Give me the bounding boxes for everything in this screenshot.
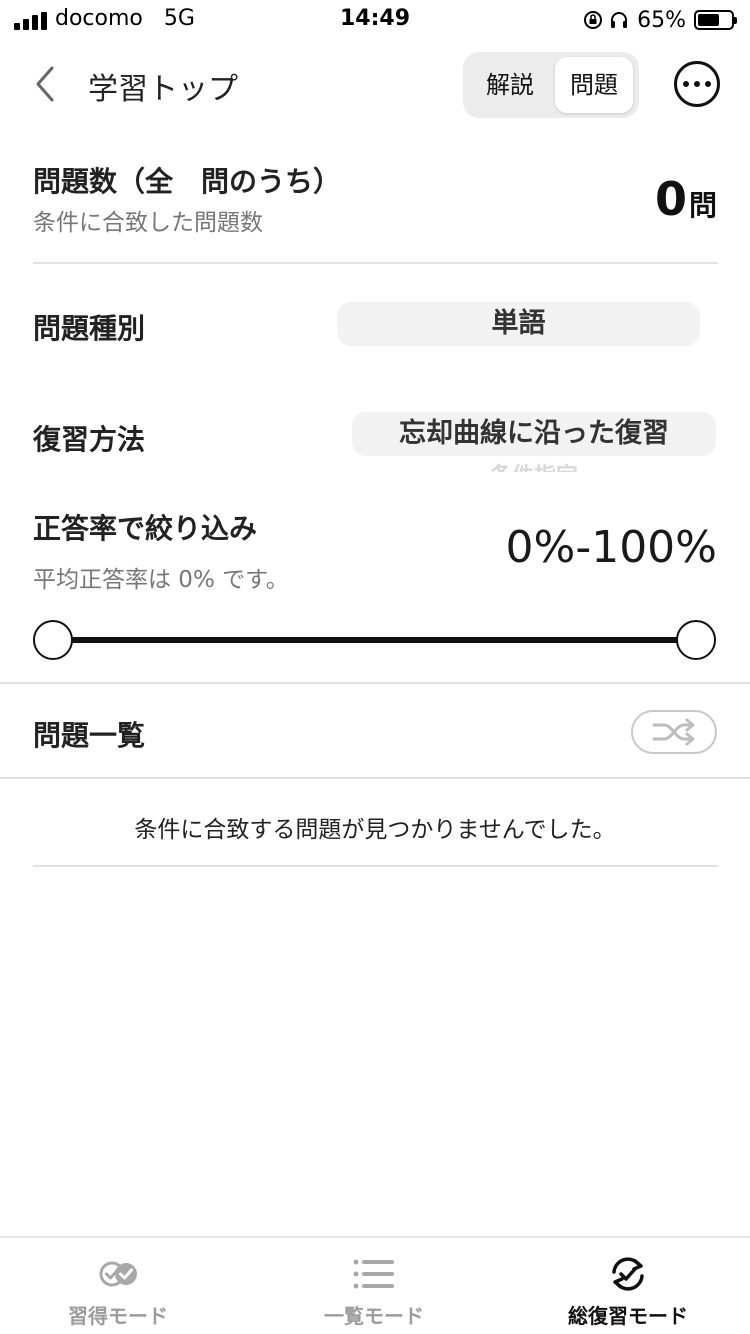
- status-bar: docomo 5G 14:49 65%: [0, 0, 750, 40]
- accuracy-filter-label: 正答率で絞り込み: [33, 512, 258, 545]
- question-list-title: 問題一覧: [33, 719, 146, 752]
- question-count-title: 問題数（全 問のうち）: [33, 165, 342, 198]
- accuracy-slider-max-handle[interactable]: [676, 620, 716, 660]
- divider: [33, 262, 718, 264]
- more-dot-icon: [705, 81, 711, 87]
- divider: [0, 682, 750, 684]
- question-count-number: 0: [654, 172, 687, 226]
- review-method-picker[interactable]: 忘却曲線に沿った復習 条件指定: [352, 410, 716, 472]
- average-accuracy-text: 平均正答率は 0% です。: [33, 567, 289, 593]
- headphones-icon: [611, 12, 628, 28]
- question-count-unit: 問: [688, 189, 717, 222]
- tab-label: 一覧モード: [324, 1304, 424, 1328]
- rotation-lock-icon: [584, 11, 603, 29]
- double-check-icon: [99, 1261, 137, 1287]
- question-type-label: 問題種別: [33, 312, 146, 345]
- status-right: 65%: [583, 6, 737, 34]
- accuracy-slider-track[interactable]: [54, 637, 696, 643]
- shuffle-button[interactable]: [631, 710, 717, 754]
- segment-questions[interactable]: 問題: [555, 57, 633, 113]
- sync-check-icon: [612, 1257, 644, 1291]
- back-chevron-icon[interactable]: [30, 62, 60, 106]
- tab-learning-mode[interactable]: 習得モード: [18, 1254, 218, 1329]
- battery-fill: [698, 14, 719, 26]
- question-count-subtitle: 条件に合致した問題数: [33, 210, 263, 236]
- tab-list-mode[interactable]: 一覧モード: [274, 1254, 474, 1329]
- more-dot-icon: [683, 81, 689, 87]
- accuracy-slider-min-handle[interactable]: [33, 620, 73, 660]
- accuracy-range-value: 0%-100%: [505, 522, 717, 573]
- segment-explanation[interactable]: 解説: [469, 57, 551, 113]
- divider: [33, 865, 718, 867]
- tab-label: 習得モード: [68, 1304, 168, 1328]
- shuffle-icon: [652, 718, 695, 746]
- review-method-next-option[interactable]: 条件指定: [352, 458, 716, 472]
- segmented-control: 解説 問題: [463, 52, 639, 118]
- question-count-value: 0 問: [655, 172, 717, 226]
- battery-percent: 65%: [637, 7, 686, 33]
- review-method-label: 復習方法: [33, 423, 146, 456]
- empty-state-message: 条件に合致する問題が見つかりませんでした。: [134, 817, 616, 843]
- more-options-button[interactable]: [674, 61, 720, 107]
- back-button-label[interactable]: 学習トップ: [88, 64, 238, 108]
- divider: [0, 777, 750, 779]
- more-dot-icon: [694, 81, 700, 87]
- battery-icon: [694, 10, 737, 30]
- list-icon: [353, 1259, 394, 1289]
- question-type-selector[interactable]: 単語: [337, 302, 700, 346]
- tab-total-review-mode[interactable]: 総復習モード: [528, 1254, 728, 1329]
- tab-label: 総復習モード: [568, 1304, 688, 1328]
- review-method-selected-option[interactable]: 忘却曲線に沿った復習: [352, 412, 716, 456]
- tab-bar: 習得モード 一覧モード 総復習モード: [0, 1236, 750, 1334]
